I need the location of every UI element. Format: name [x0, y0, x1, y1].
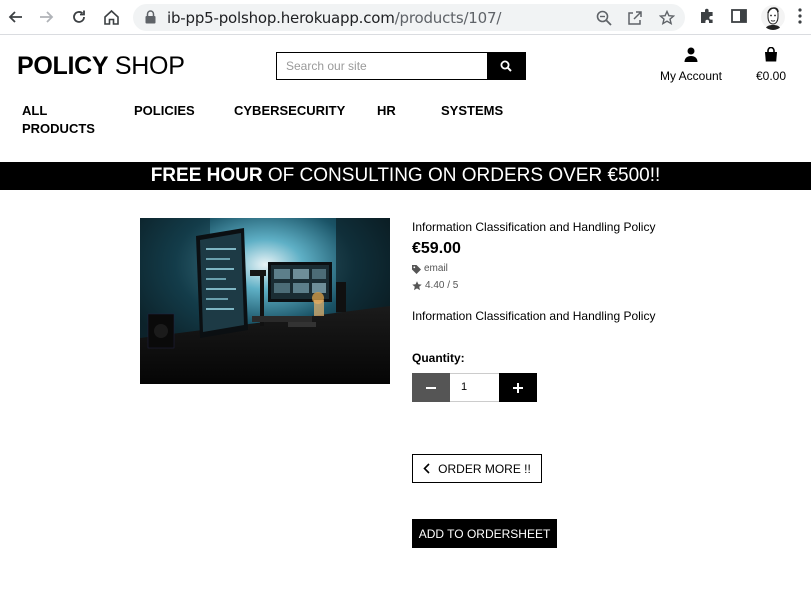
url-text: ib-pp5-polshop.herokuapp.com/products/10…	[167, 9, 502, 27]
increment-button[interactable]	[499, 373, 537, 402]
user-icon	[684, 47, 698, 62]
share-icon[interactable]	[627, 10, 643, 26]
minus-icon	[426, 386, 436, 389]
reload-icon[interactable]	[68, 6, 90, 28]
quantity-label: Quantity:	[412, 351, 465, 365]
order-more-button[interactable]: ORDER MORE !!	[412, 454, 542, 483]
quantity-input[interactable]: 1	[450, 373, 499, 402]
my-account-label: My Account	[659, 69, 723, 83]
browser-toolbar: ib-pp5-polshop.herokuapp.com/products/10…	[0, 0, 811, 35]
my-account-link[interactable]: My Account	[655, 47, 727, 83]
nav-systems[interactable]: SYSTEMS	[441, 102, 503, 120]
product-description: Information Classification and Handling …	[412, 309, 656, 323]
star-icon	[412, 281, 422, 291]
product-rating: 4.40 / 5	[412, 280, 772, 292]
product-image	[140, 218, 390, 384]
banner-bold-text: FREE HOUR	[150, 165, 263, 186]
quantity-stepper: 1	[412, 373, 537, 402]
product-details: Information Classification and Handling …	[412, 220, 772, 402]
main-navigation: ALL PRODUCTS POLICIES CYBERSECURITY HR SY…	[0, 102, 811, 142]
nav-hr[interactable]: HR	[377, 102, 396, 120]
extensions-puzzle-icon[interactable]	[698, 7, 718, 27]
promo-banner: FREE HOUR OF CONSULTING ON ORDERS OVER €…	[0, 162, 811, 190]
tag-icon	[412, 264, 421, 274]
site-logo[interactable]: POLICY SHOP	[17, 52, 185, 81]
order-more-label: ORDER MORE !!	[438, 461, 531, 476]
rating-value: 4.40 / 5	[425, 280, 459, 291]
bookmark-star-icon[interactable]	[658, 9, 676, 26]
nav-products-label: PRODUCTS	[22, 121, 95, 136]
bag-total: €0.00	[755, 69, 787, 83]
product-category[interactable]: email	[412, 263, 772, 275]
decrement-button[interactable]	[412, 373, 450, 402]
address-bar[interactable]: ib-pp5-polshop.herokuapp.com/products/10…	[133, 4, 685, 31]
shopping-bag-link[interactable]: €0.00	[750, 46, 792, 83]
side-panel-icon[interactable]	[730, 7, 750, 27]
forward-arrow-icon[interactable]	[36, 6, 58, 28]
add-to-ordersheet-label: ADD TO ORDERSHEET	[418, 526, 551, 541]
category-label: email	[424, 263, 448, 274]
logo-bold-text: POLICY	[17, 52, 109, 80]
search-input[interactable]	[277, 53, 488, 79]
shopping-bag-icon	[765, 46, 777, 62]
zoom-icon[interactable]	[596, 10, 612, 26]
product-name: Information Classification and Handling …	[412, 220, 656, 234]
plus-icon	[513, 382, 523, 393]
chevron-left-icon	[423, 463, 430, 474]
search-button[interactable]	[487, 53, 525, 79]
nav-all-label: ALL	[22, 103, 48, 118]
profile-avatar[interactable]	[761, 4, 785, 30]
nav-all-products[interactable]: ALL PRODUCTS	[22, 102, 95, 138]
nav-cybersecurity[interactable]: CYBERSECURITY	[234, 102, 345, 120]
search-form	[276, 52, 526, 80]
home-icon[interactable]	[100, 6, 122, 28]
nav-policies[interactable]: POLICIES	[134, 102, 195, 120]
logo-light-text: SHOP	[108, 52, 185, 80]
add-to-ordersheet-button[interactable]: ADD TO ORDERSHEET	[412, 519, 557, 548]
lock-icon[interactable]	[145, 10, 156, 29]
search-icon	[500, 60, 512, 72]
product-price: €59.00	[412, 240, 461, 257]
back-arrow-icon[interactable]	[4, 6, 26, 28]
banner-text: OF CONSULTING ON ORDERS OVER €500!!	[262, 165, 661, 186]
browser-menu-icon[interactable]	[798, 8, 808, 26]
